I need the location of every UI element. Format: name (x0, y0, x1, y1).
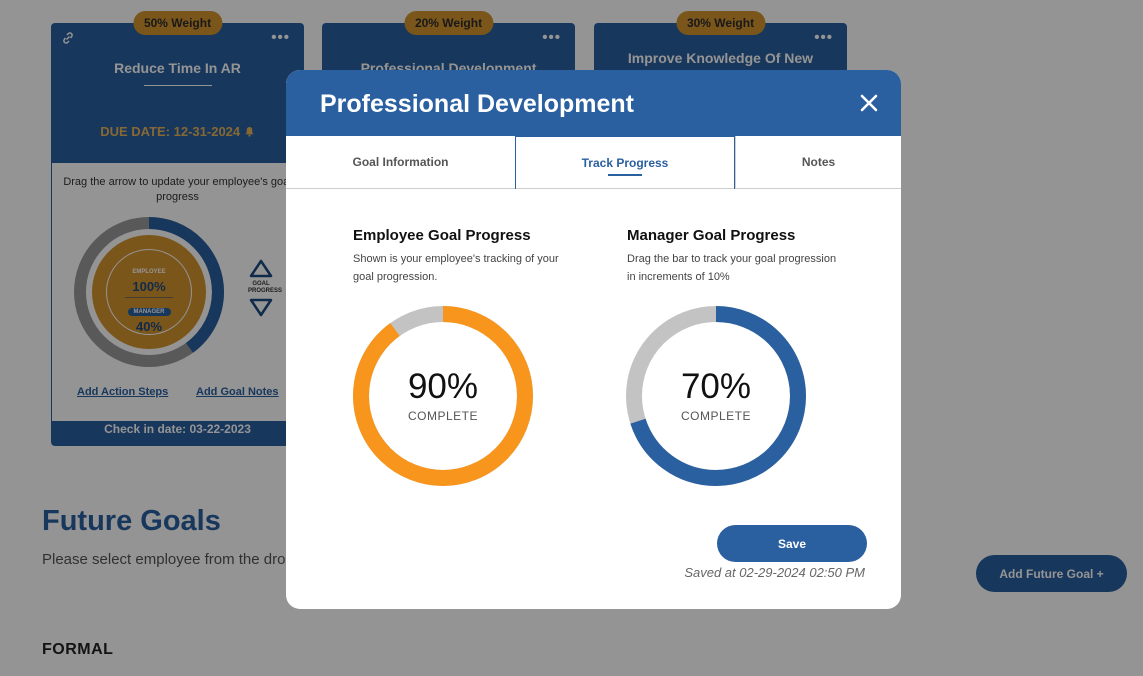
employee-progress-description: Shown is your employee's tracking of you… (353, 253, 559, 283)
active-tab-indicator (608, 174, 642, 176)
tab-track-progress-label: Track Progress (581, 156, 669, 170)
save-button[interactable]: Save (717, 525, 867, 562)
modal-tabs: Goal Information Track Progress Notes (286, 136, 901, 189)
close-icon[interactable] (858, 92, 880, 114)
employee-percent-text: 90% (407, 367, 479, 406)
employee-progress-title: Employee Goal Progress (353, 227, 531, 244)
manager-progress-section: Manager Goal Progress Drag the bar to tr… (627, 227, 847, 286)
manager-complete-label: COMPLETE (680, 409, 751, 423)
manager-percent-text: 70% (680, 367, 752, 406)
tab-notes[interactable]: Notes (735, 136, 901, 189)
manager-progress-description: Drag the bar to track your goal progress… (627, 253, 837, 283)
track-progress-modal: Professional Development Goal Informatio… (286, 70, 901, 609)
employee-progress-ring: 90% COMPLETE (353, 306, 533, 486)
employee-progress-section: Employee Goal Progress Shown is your emp… (353, 227, 573, 286)
employee-complete-label: COMPLETE (407, 409, 478, 423)
tab-track-progress[interactable]: Track Progress (515, 136, 735, 189)
saved-timestamp: Saved at 02-29-2024 02:50 PM (684, 565, 865, 580)
manager-progress-title: Manager Goal Progress (627, 227, 796, 244)
tab-goal-information[interactable]: Goal Information (286, 136, 515, 189)
manager-progress-ring[interactable]: 70% COMPLETE (626, 306, 806, 486)
modal-title: Professional Development (320, 90, 634, 118)
modal-header: Professional Development (286, 70, 901, 136)
